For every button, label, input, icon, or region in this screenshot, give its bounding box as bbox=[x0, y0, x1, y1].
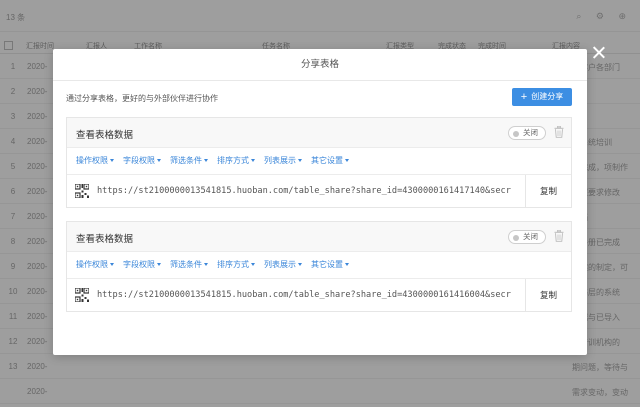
caret-down-icon bbox=[345, 263, 349, 266]
option-other-settings[interactable]: 其它设置 bbox=[311, 155, 349, 166]
close-icon[interactable] bbox=[590, 44, 608, 62]
share-url-field[interactable] bbox=[97, 287, 521, 303]
dialog-title: 分享表格 bbox=[53, 49, 587, 81]
option-label: 字段权限 bbox=[123, 260, 155, 269]
dialog-description: 通过分享表格，更好的与外部伙伴进行协作 bbox=[66, 94, 218, 103]
option-other-settings[interactable]: 其它设置 bbox=[311, 259, 349, 270]
caret-down-icon bbox=[204, 159, 208, 162]
caret-down-icon bbox=[204, 263, 208, 266]
toggle-knob bbox=[513, 234, 519, 241]
plus-icon: + bbox=[520, 91, 528, 103]
share-title: 查看表格数据 bbox=[76, 130, 134, 141]
option-sort[interactable]: 排序方式 bbox=[217, 259, 255, 270]
share-title: 查看表格数据 bbox=[76, 234, 134, 245]
option-operation-permission[interactable]: 操作权限 bbox=[76, 155, 114, 166]
option-label: 字段权限 bbox=[123, 156, 155, 165]
option-list-display[interactable]: 列表展示 bbox=[264, 259, 302, 270]
share-card-header: 查看表格数据 关闭 bbox=[67, 222, 571, 252]
caret-down-icon bbox=[251, 263, 255, 266]
option-sort[interactable]: 排序方式 bbox=[217, 155, 255, 166]
share-toggle[interactable]: 关闭 bbox=[508, 126, 546, 140]
option-label: 排序方式 bbox=[217, 156, 249, 165]
caret-down-icon bbox=[298, 159, 302, 162]
caret-down-icon bbox=[298, 263, 302, 266]
trash-icon[interactable] bbox=[554, 230, 564, 242]
qr-code-icon[interactable] bbox=[75, 184, 89, 198]
copy-button[interactable]: 复制 bbox=[525, 175, 571, 207]
caret-down-icon bbox=[251, 159, 255, 162]
share-options: 操作权限 字段权限 筛选条件 排序方式 列表展示 其它设置 bbox=[67, 252, 571, 276]
option-label: 其它设置 bbox=[311, 260, 343, 269]
toggle-label: 关闭 bbox=[523, 128, 538, 137]
toggle-label: 关闭 bbox=[523, 232, 538, 241]
option-label: 其它设置 bbox=[311, 156, 343, 165]
caret-down-icon bbox=[157, 159, 161, 162]
option-list-display[interactable]: 列表展示 bbox=[264, 155, 302, 166]
option-label: 排序方式 bbox=[217, 260, 249, 269]
option-label: 筛选条件 bbox=[170, 156, 202, 165]
create-share-button[interactable]: + 创建分享 bbox=[512, 88, 572, 106]
option-label: 列表展示 bbox=[264, 156, 296, 165]
copy-button[interactable]: 复制 bbox=[525, 279, 571, 311]
caret-down-icon bbox=[110, 159, 114, 162]
share-toggle[interactable]: 关闭 bbox=[508, 230, 546, 244]
share-card: 查看表格数据 关闭 操作权限 字段权限 筛选条件 排序方式 列表展示 其它设置 bbox=[66, 221, 572, 312]
share-card: 查看表格数据 关闭 操作权限 字段权限 筛选条件 排序方式 列表展示 其它设置 bbox=[66, 117, 572, 208]
share-link-row: 复制 bbox=[67, 174, 571, 207]
caret-down-icon bbox=[110, 263, 114, 266]
share-url-field[interactable] bbox=[97, 183, 521, 199]
option-label: 操作权限 bbox=[76, 156, 108, 165]
share-card-header: 查看表格数据 关闭 bbox=[67, 118, 571, 148]
option-operation-permission[interactable]: 操作权限 bbox=[76, 259, 114, 270]
trash-icon[interactable] bbox=[554, 126, 564, 138]
option-filter[interactable]: 筛选条件 bbox=[170, 155, 208, 166]
caret-down-icon bbox=[345, 159, 349, 162]
share-options: 操作权限 字段权限 筛选条件 排序方式 列表展示 其它设置 bbox=[67, 148, 571, 172]
share-link-row: 复制 bbox=[67, 278, 571, 311]
option-label: 筛选条件 bbox=[170, 260, 202, 269]
create-share-label: 创建分享 bbox=[531, 92, 564, 101]
toggle-knob bbox=[513, 130, 519, 137]
option-filter[interactable]: 筛选条件 bbox=[170, 259, 208, 270]
caret-down-icon bbox=[157, 263, 161, 266]
share-table-dialog: 分享表格 通过分享表格，更好的与外部伙伴进行协作 + 创建分享 查看表格数据 关闭… bbox=[53, 49, 587, 355]
option-field-permission[interactable]: 字段权限 bbox=[123, 155, 161, 166]
qr-code-icon[interactable] bbox=[75, 288, 89, 302]
option-label: 操作权限 bbox=[76, 260, 108, 269]
option-label: 列表展示 bbox=[264, 260, 296, 269]
option-field-permission[interactable]: 字段权限 bbox=[123, 259, 161, 270]
